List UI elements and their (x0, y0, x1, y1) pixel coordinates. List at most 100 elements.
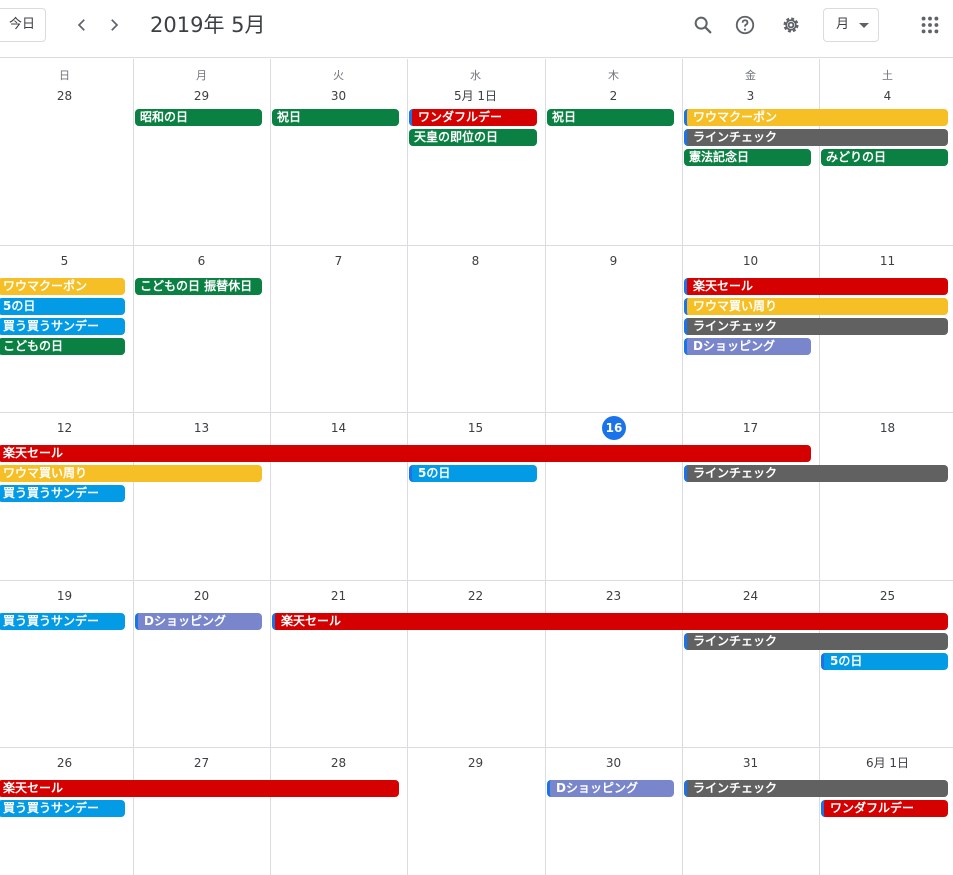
day-number[interactable]: 25 (819, 589, 953, 603)
month-grid: 日月火水木金土 28 29 30 5月 1日 2 3 4 5 6 7 8 9 10 11 12 13 14 15 16… (0, 59, 953, 875)
weekday-header: 木 (608, 69, 619, 82)
calendar-event[interactable]: ラインチェック (684, 129, 948, 146)
day-number[interactable]: 4 (819, 89, 953, 103)
day-number[interactable]: 11 (819, 254, 953, 268)
week-divider (0, 747, 953, 748)
calendar-event[interactable]: ワウマクーポン (0, 278, 125, 295)
week-divider (0, 245, 953, 246)
apps-button[interactable] (917, 12, 943, 38)
month-title: 2019年 5月 (150, 13, 266, 37)
calendar-event[interactable]: 楽天セール (684, 278, 948, 295)
calendar-event[interactable]: 5の日 (409, 465, 537, 482)
day-number[interactable]: 3 (682, 89, 819, 103)
calendar-event[interactable]: 祝日 (547, 109, 674, 126)
calendar-event[interactable]: Dショッピング (547, 780, 674, 797)
day-number[interactable]: 15 (407, 421, 544, 435)
column-divider (407, 59, 408, 875)
weekday-header: 水 (470, 69, 481, 82)
weekday-header: 火 (333, 69, 344, 82)
calendar-event[interactable]: 祝日 (272, 109, 399, 126)
view-selector[interactable]: 月 (823, 8, 879, 42)
settings-button[interactable] (778, 12, 804, 38)
search-button[interactable] (690, 12, 716, 38)
day-number[interactable]: 6 (133, 254, 270, 268)
day-number[interactable]: 18 (819, 421, 953, 435)
weekday-header: 土 (882, 69, 893, 82)
column-divider (270, 59, 271, 875)
settings-icon (783, 17, 799, 33)
day-number[interactable]: 9 (545, 254, 682, 268)
next-month-button[interactable] (101, 12, 127, 38)
weekday-header: 金 (745, 69, 756, 82)
chevron-right-icon (111, 19, 119, 31)
calendar-event[interactable]: 楽天セール (272, 613, 948, 630)
calendar-event[interactable]: こどもの日 (0, 338, 125, 355)
day-number[interactable]: 28 (270, 756, 407, 770)
week-divider (0, 580, 953, 581)
day-number[interactable]: 12 (0, 421, 133, 435)
day-number[interactable]: 6月 1日 (819, 756, 953, 770)
week-divider (0, 412, 953, 413)
apps-grid-icon (921, 16, 939, 34)
calendar-event[interactable]: Dショッピング (135, 613, 262, 630)
calendar-event[interactable]: 買う買うサンデー (0, 613, 125, 630)
calendar-event[interactable]: ワウマ買い周り (0, 465, 262, 482)
calendar-event[interactable]: 5の日 (821, 653, 948, 670)
help-icon (735, 15, 755, 35)
help-button[interactable] (732, 12, 758, 38)
calendar-event[interactable]: 憲法記念日 (684, 149, 811, 166)
column-divider (682, 59, 683, 875)
day-number[interactable]: 29 (133, 89, 270, 103)
day-number[interactable]: 5月 1日 (407, 89, 544, 103)
calendar-event[interactable]: 昭和の日 (135, 109, 262, 126)
calendar-event[interactable]: 楽天セール (0, 780, 399, 797)
calendar-event[interactable]: ラインチェック (684, 780, 948, 797)
calendar-event[interactable]: 買う買うサンデー (0, 485, 125, 502)
weekday-header: 日 (59, 69, 70, 82)
day-number[interactable]: 23 (545, 589, 682, 603)
day-number[interactable]: 30 (545, 756, 682, 770)
column-divider (545, 59, 546, 875)
calendar-event[interactable]: こどもの日 振替休日 (135, 278, 262, 295)
today-date-marker[interactable]: 16 (602, 416, 626, 440)
calendar-event[interactable]: Dショッピング (684, 338, 811, 355)
day-number[interactable]: 24 (682, 589, 819, 603)
calendar-event[interactable]: 買う買うサンデー (0, 318, 125, 335)
caret-down-icon (859, 23, 869, 28)
day-number[interactable]: 28 (0, 89, 133, 103)
calendar-header: 今日 2019年 5月 月 (0, 0, 953, 58)
calendar-event[interactable]: ワウマ買い周り (684, 298, 948, 315)
day-number[interactable]: 19 (0, 589, 133, 603)
calendar-event[interactable]: 天皇の即位の日 (409, 129, 537, 146)
calendar-event[interactable]: ワウマクーポン (684, 109, 948, 126)
day-number[interactable]: 29 (407, 756, 544, 770)
day-number[interactable]: 5 (0, 254, 133, 268)
day-number[interactable]: 17 (682, 421, 819, 435)
chevron-left-icon (77, 19, 85, 31)
day-number[interactable]: 30 (270, 89, 407, 103)
calendar-event[interactable]: 買う買うサンデー (0, 800, 125, 817)
day-number[interactable]: 10 (682, 254, 819, 268)
day-number[interactable]: 2 (545, 89, 682, 103)
today-button[interactable]: 今日 (0, 8, 46, 42)
calendar-event[interactable]: 楽天セール (0, 445, 811, 462)
day-number[interactable]: 22 (407, 589, 544, 603)
day-number[interactable]: 31 (682, 756, 819, 770)
calendar-event[interactable]: ワンダフルデー (409, 109, 537, 126)
day-number[interactable]: 8 (407, 254, 544, 268)
day-number[interactable]: 7 (270, 254, 407, 268)
weekday-header: 月 (196, 69, 207, 82)
calendar-event[interactable]: ラインチェック (684, 633, 948, 650)
previous-month-button[interactable] (69, 12, 95, 38)
calendar-event[interactable]: みどりの日 (821, 149, 948, 166)
day-number[interactable]: 21 (270, 589, 407, 603)
day-number[interactable]: 14 (270, 421, 407, 435)
day-number[interactable]: 26 (0, 756, 133, 770)
day-number[interactable]: 20 (133, 589, 270, 603)
calendar-event[interactable]: ラインチェック (684, 465, 948, 482)
calendar-event[interactable]: 5の日 (0, 298, 125, 315)
day-number[interactable]: 13 (133, 421, 270, 435)
day-number[interactable]: 27 (133, 756, 270, 770)
calendar-event[interactable]: ワンダフルデー (821, 800, 948, 817)
calendar-event[interactable]: ラインチェック (684, 318, 948, 335)
